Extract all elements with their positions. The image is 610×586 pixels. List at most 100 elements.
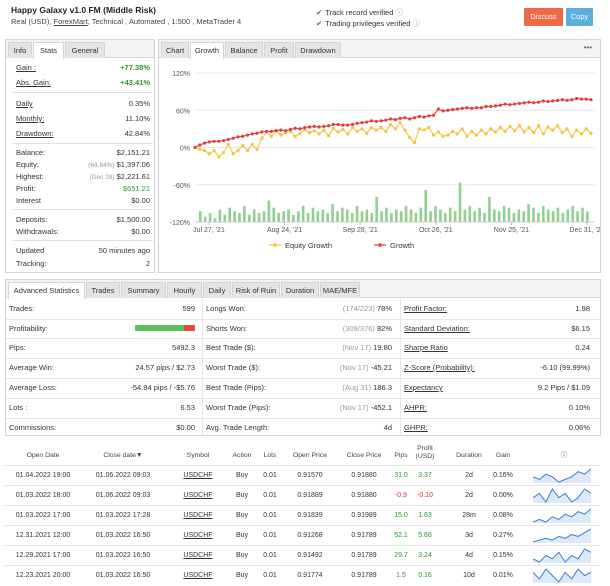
tab-growth[interactable]: Growth <box>190 42 224 59</box>
column-header[interactable]: Open Price <box>283 452 337 460</box>
cell-pips: 1.5 <box>396 572 406 579</box>
stat-label[interactable]: Profit Factor: <box>404 304 447 313</box>
divider <box>13 92 153 93</box>
growth-point <box>355 121 359 125</box>
stat-label: Average Win: <box>9 363 54 372</box>
equity-value: $1,397.06 <box>116 160 150 169</box>
stat-label[interactable]: Sharpe Ratio <box>404 343 448 352</box>
tab-trades[interactable]: Trades <box>86 282 120 298</box>
column-header[interactable]: Pips <box>389 452 413 460</box>
cell-symbol[interactable]: USDCHF <box>183 472 213 479</box>
equity-growth-point <box>250 142 254 146</box>
abs-gain-label[interactable]: Abs. Gain: <box>16 78 51 87</box>
table-row[interactable]: 12.29.2021 17:00 01.03.2022 16:50 USDCHF Bu… <box>5 545 600 566</box>
tab-duration[interactable]: Duration <box>281 282 319 298</box>
equity-growth-point <box>312 129 316 133</box>
table-row[interactable]: 01.03.2022 17:00 01.03.2022 17:28 USDCHF Bu… <box>5 505 600 526</box>
stat-value: 6.53 <box>180 403 195 412</box>
help-icon[interactable]: ⓘ <box>412 19 420 28</box>
cell-profit: 3.37 <box>418 472 432 479</box>
tab-chart[interactable]: Chart <box>161 42 189 58</box>
stat-row: Average Loss: -54.94 pips / -$5.76 <box>9 383 195 394</box>
cell-symbol[interactable]: USDCHF <box>183 532 213 539</box>
tab-summary[interactable]: Summary <box>121 282 166 298</box>
tab-risk-of-ruin[interactable]: Risk of Ruin <box>232 282 280 298</box>
tab-advanced-statistics[interactable]: Advanced Statistics <box>8 282 85 299</box>
y-tick-label: 120% <box>172 71 190 78</box>
stat-label[interactable]: Z-Score (Probability): <box>404 363 475 372</box>
chart-tabbar: Chart Growth Balance Profit Drawdown ••• <box>159 40 600 59</box>
column-header[interactable]: Lots <box>257 452 283 460</box>
monthly-label[interactable]: Monthly: <box>16 114 44 123</box>
column-header[interactable]: Open Date <box>8 452 78 460</box>
tracking-row: Tracking: 2 <box>16 259 150 269</box>
column-header[interactable]: Duration <box>449 452 489 460</box>
column-header[interactable]: Gain <box>491 452 515 460</box>
cell-duration: 2d <box>465 492 473 499</box>
equity-growth-point <box>369 126 374 130</box>
copy-button[interactable]: Copy <box>566 8 593 26</box>
growth-point <box>470 106 474 110</box>
cell-symbol[interactable]: USDCHF <box>183 572 213 579</box>
tab-info[interactable]: Info <box>8 42 32 58</box>
cell-open: 01.04.2022 19:00 <box>15 472 71 479</box>
column-header[interactable]: ⓘ <box>533 452 595 460</box>
growth-point <box>379 119 383 123</box>
cell-symbol[interactable]: USDCHF <box>183 552 213 559</box>
table-row[interactable]: 12.23.2021 20:00 01.03.2022 16:50 USDCHF Bu… <box>5 565 600 586</box>
account-subtitle: Real (USD), ForexMart, Technical , Autom… <box>11 17 241 26</box>
volume-bar <box>463 209 467 222</box>
divider <box>13 209 153 210</box>
cell-symbol[interactable]: USDCHF <box>183 492 213 499</box>
gain-label[interactable]: Gain : <box>16 63 36 72</box>
broker-link[interactable]: ForexMart <box>54 17 88 26</box>
trade-sparkline <box>533 488 591 503</box>
tab-drawdown[interactable]: Drawdown <box>295 42 341 58</box>
column-header[interactable]: Symbol <box>183 452 213 460</box>
column-header[interactable]: Action <box>227 452 257 460</box>
trades-table: Open Date Close date▼ Symbol Action Lots Open… <box>5 442 600 586</box>
column-header[interactable]: Profit (USD) <box>413 445 437 461</box>
tab-stats[interactable]: Stats <box>33 42 64 59</box>
chart-menu-icon[interactable]: ••• <box>584 43 592 52</box>
stat-label[interactable]: Expectancy <box>404 383 443 392</box>
tab-hourly[interactable]: Hourly <box>167 282 202 298</box>
stat-label: Commissions: <box>9 423 57 432</box>
stat-label[interactable]: GHPR: <box>404 423 428 432</box>
stat-label[interactable]: Standard Deviation: <box>404 324 470 333</box>
cell-close-price: 0.91789 <box>351 552 377 559</box>
table-row[interactable]: 01.04.2022 19:00 01.06.2022 09:03 USDCHF Bu… <box>5 465 600 486</box>
column-header[interactable]: Close date▼ <box>85 452 161 460</box>
stat-value: $0.00 <box>176 423 195 432</box>
volume-bar <box>360 211 364 222</box>
tab-profit[interactable]: Profit <box>264 42 294 58</box>
x-tick-label: Nov 25, '21 <box>494 227 529 234</box>
equity-growth-point <box>489 127 493 131</box>
growth-point <box>365 120 369 124</box>
cell-lots: 0.01 <box>263 572 277 579</box>
drawdown-label[interactable]: Drawdown: <box>16 129 54 138</box>
volume-bar <box>199 211 202 222</box>
divider <box>13 240 153 241</box>
table-row[interactable]: 12.31.2021 12:00 01.03.2022 16:50 USDCHF Bu… <box>5 525 600 546</box>
tab-mae-mfe[interactable]: MAE/MFE <box>320 282 360 298</box>
stat-value: -452.1 <box>370 403 392 412</box>
trade-sparkline <box>533 468 591 483</box>
growth-point <box>202 141 207 145</box>
growth-point <box>326 124 331 128</box>
help-icon[interactable]: ⓘ <box>395 8 403 17</box>
stat-label: Profitability: <box>9 324 48 333</box>
column-header[interactable]: Close Price <box>337 452 391 460</box>
cell-symbol[interactable]: USDCHF <box>183 512 213 519</box>
daily-label[interactable]: Daily <box>16 99 33 108</box>
tab-general[interactable]: General <box>65 42 105 58</box>
stat-value: 5492.3 <box>172 343 195 352</box>
discuss-button[interactable]: Discuss <box>524 8 563 26</box>
tab-daily[interactable]: Daily <box>203 282 231 298</box>
tab-balance[interactable]: Balance <box>225 42 263 58</box>
table-row[interactable]: 01.03.2022 18:00 01.06.2022 09:03 USDCHF Bu… <box>5 485 600 506</box>
cell-close-price: 0.91789 <box>351 572 377 579</box>
volume-bar <box>512 213 516 222</box>
stat-label[interactable]: AHPR: <box>404 403 427 412</box>
equity-growth-point <box>460 127 464 131</box>
